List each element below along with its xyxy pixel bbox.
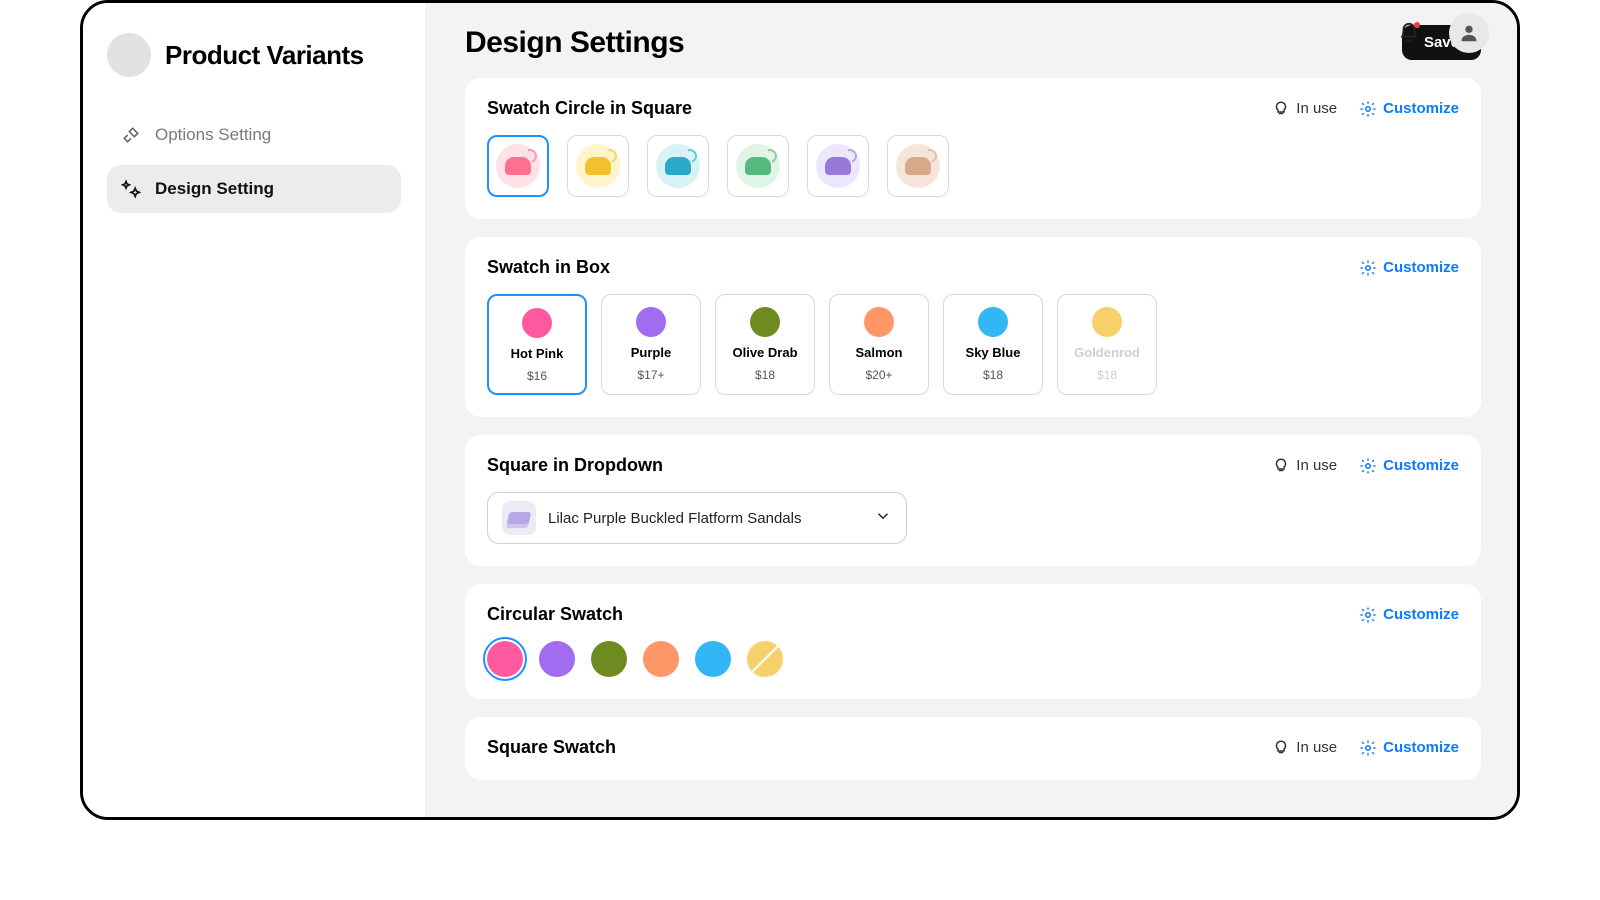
color-dot <box>522 308 552 338</box>
dropdown-thumb <box>502 501 536 535</box>
swatch-option[interactable] <box>647 135 709 197</box>
swatch-box-option[interactable]: Purple $17+ <box>601 294 701 395</box>
sidebar-item-label: Options Setting <box>155 125 271 145</box>
in-use-badge: In use <box>1272 457 1337 475</box>
card-title: Square in Dropdown <box>487 455 663 476</box>
customize-button[interactable]: Customize <box>1359 259 1459 277</box>
card-title: Swatch Circle in Square <box>487 98 692 119</box>
in-use-badge: In use <box>1272 739 1337 757</box>
sidebar-item-options-setting[interactable]: Options Setting <box>107 111 401 159</box>
chevron-down-icon <box>874 507 892 530</box>
dropdown-selected-label: Lilac Purple Buckled Flatform Sandals <box>548 510 862 527</box>
swatch-name: Olive Drab <box>732 345 797 360</box>
swatch-price: $18 <box>1097 368 1117 382</box>
swatch-price: $16 <box>527 369 547 383</box>
sidebar-item-design-setting[interactable]: Design Setting <box>107 165 401 213</box>
gear-icon <box>1359 100 1377 118</box>
swatch-price: $18 <box>755 368 775 382</box>
color-dot <box>864 307 894 337</box>
notification-dot <box>1414 22 1420 28</box>
swatch-price: $20+ <box>865 368 892 382</box>
in-use-badge: In use <box>1272 100 1337 118</box>
color-dot <box>978 307 1008 337</box>
swatch-price: $18 <box>983 368 1003 382</box>
swatch-price: $17+ <box>637 368 664 382</box>
customize-button[interactable]: Customize <box>1359 606 1459 624</box>
card-square-in-dropdown: Square in Dropdown In use Customize <box>465 435 1481 566</box>
color-dot <box>1092 307 1122 337</box>
notifications-button[interactable] <box>1389 13 1429 53</box>
circular-swatch-option[interactable] <box>539 641 575 677</box>
card-swatch-circle-in-square: Swatch Circle in Square In use Customize <box>465 78 1481 219</box>
lightbulb-icon <box>1272 100 1290 118</box>
circular-swatch-option[interactable] <box>643 641 679 677</box>
user-icon <box>1458 22 1480 44</box>
circular-swatch-option[interactable] <box>747 641 783 677</box>
swatch-name: Salmon <box>856 345 903 360</box>
gear-icon <box>1359 457 1377 475</box>
card-title: Square Swatch <box>487 737 616 758</box>
customize-button[interactable]: Customize <box>1359 739 1459 757</box>
card-square-swatch: Square Swatch In use Customize <box>465 717 1481 780</box>
swatch-option[interactable] <box>727 135 789 197</box>
circular-swatch-option[interactable] <box>487 641 523 677</box>
sidebar-item-label: Design Setting <box>155 179 274 199</box>
gear-icon <box>1359 739 1377 757</box>
swatch-box-option[interactable]: Goldenrod $18 <box>1057 294 1157 395</box>
gear-icon <box>1359 606 1377 624</box>
swatch-box-option[interactable]: Sky Blue $18 <box>943 294 1043 395</box>
swatch-box-option[interactable]: Olive Drab $18 <box>715 294 815 395</box>
lightbulb-icon <box>1272 739 1290 757</box>
swatch-option[interactable] <box>567 135 629 197</box>
swatch-option[interactable] <box>807 135 869 197</box>
card-title: Swatch in Box <box>487 257 610 278</box>
circular-swatch-option[interactable] <box>695 641 731 677</box>
swatch-name: Sky Blue <box>966 345 1021 360</box>
gear-icon <box>1359 259 1377 277</box>
swatch-box-option[interactable]: Salmon $20+ <box>829 294 929 395</box>
card-title: Circular Swatch <box>487 604 623 625</box>
tools-icon <box>121 125 141 145</box>
swatch-name: Hot Pink <box>511 346 564 361</box>
color-dot <box>636 307 666 337</box>
swatch-box-option[interactable]: Hot Pink $16 <box>487 294 587 395</box>
sparkles-icon <box>121 179 141 199</box>
swatch-name: Purple <box>631 345 671 360</box>
variant-dropdown[interactable]: Lilac Purple Buckled Flatform Sandals <box>487 492 907 544</box>
swatch-option[interactable] <box>887 135 949 197</box>
circular-swatch-option[interactable] <box>591 641 627 677</box>
color-dot <box>750 307 780 337</box>
card-circular-swatch: Circular Swatch Customize <box>465 584 1481 699</box>
swatch-name: Goldenrod <box>1074 345 1140 360</box>
customize-button[interactable]: Customize <box>1359 457 1459 475</box>
customize-button[interactable]: Customize <box>1359 100 1459 118</box>
profile-button[interactable] <box>1449 13 1489 53</box>
swatch-option[interactable] <box>487 135 549 197</box>
card-swatch-in-box: Swatch in Box Customize Hot Pink $16 Pur… <box>465 237 1481 417</box>
lightbulb-icon <box>1272 457 1290 475</box>
